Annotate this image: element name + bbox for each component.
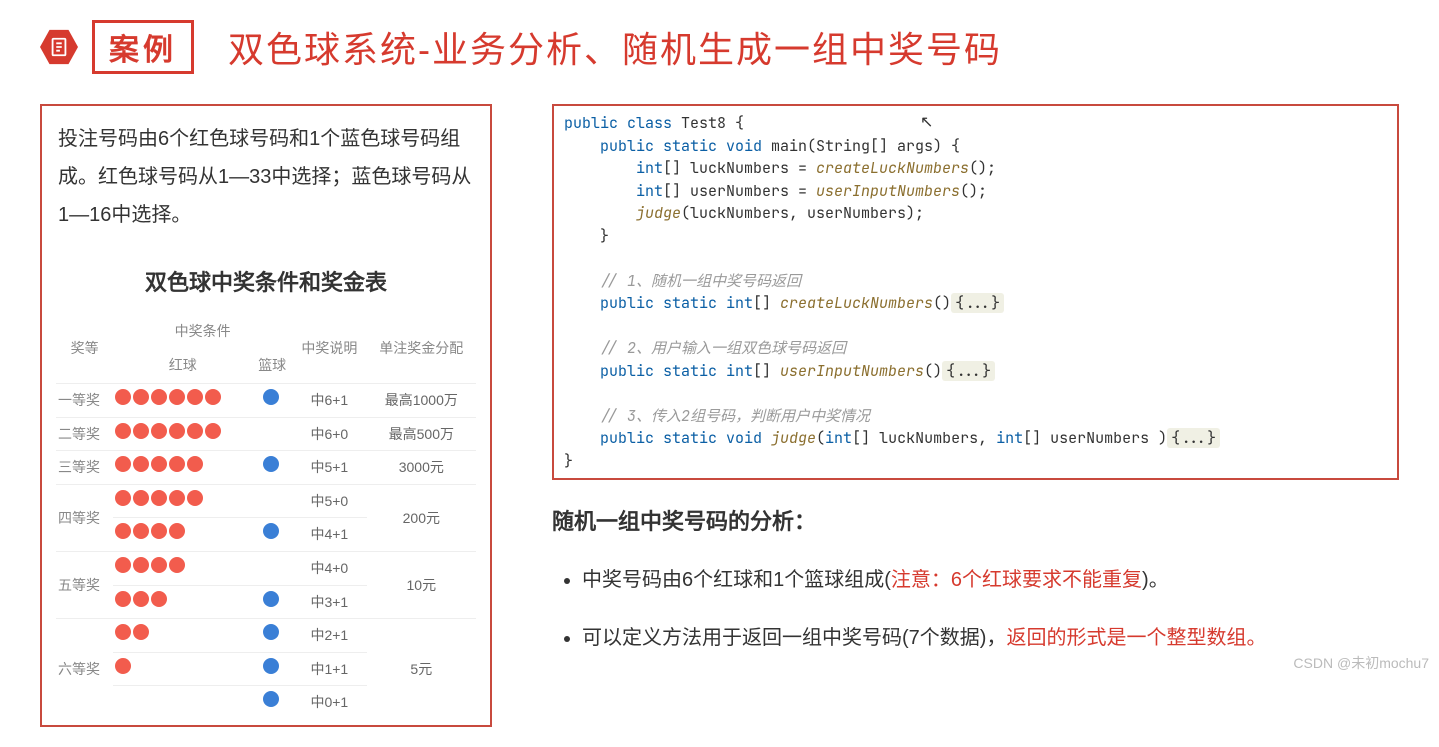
- page-title: 双色球系统-业务分析、随机生成一组中奖号码: [228, 21, 1002, 73]
- header: 案例 双色球系统-业务分析、随机生成一组中奖号码: [40, 20, 1399, 74]
- col-red: 红球: [113, 348, 252, 383]
- table-row: 一等奖中6+1最高1000万: [56, 383, 476, 417]
- col-payout: 单注奖金分配: [367, 314, 476, 384]
- analysis-title: 随机一组中奖号码的分析：: [552, 504, 1399, 536]
- col-blue: 篮球: [252, 348, 292, 383]
- prize-table: 奖等 中奖条件 中奖说明 单注奖金分配 红球 篮球 一等奖中6+1最高1000万…: [56, 314, 476, 719]
- tag-label: 案例: [92, 20, 194, 74]
- intro-text: 投注号码由6个红色球号码和1个蓝色球号码组成。红色球号码从1—33中选择；蓝色球…: [56, 116, 476, 244]
- table-row: 四等奖中5+0200元: [56, 484, 476, 518]
- table-row: 三等奖中5+13000元: [56, 451, 476, 485]
- col-cond: 中奖条件: [113, 314, 292, 349]
- table-row: 二等奖中6+0最高500万: [56, 417, 476, 451]
- table-title: 双色球中奖条件和奖金表: [56, 262, 476, 304]
- table-row: 六等奖中2+15元: [56, 619, 476, 653]
- watermark: CSDN @未初mochu7: [1293, 653, 1429, 673]
- table-row: 五等奖中4+010元: [56, 551, 476, 585]
- code-block: public class Test8 { public static void …: [552, 104, 1399, 480]
- bullet-1: 中奖号码由6个红球和1个篮球组成(注意：6个红球要求不能重复)。: [582, 556, 1399, 604]
- mouse-cursor-icon: ↖: [920, 112, 933, 132]
- case-icon: [40, 28, 78, 66]
- col-level: 奖等: [56, 314, 113, 384]
- col-desc: 中奖说明: [292, 314, 367, 384]
- analysis-list: 中奖号码由6个红球和1个篮球组成(注意：6个红球要求不能重复)。 可以定义方法用…: [552, 556, 1399, 662]
- bullet-2: 可以定义方法用于返回一组中奖号码(7个数据)，返回的形式是一个整型数组。: [582, 614, 1399, 662]
- rules-box: 投注号码由6个红色球号码和1个蓝色球号码组成。红色球号码从1—33中选择；蓝色球…: [40, 104, 492, 727]
